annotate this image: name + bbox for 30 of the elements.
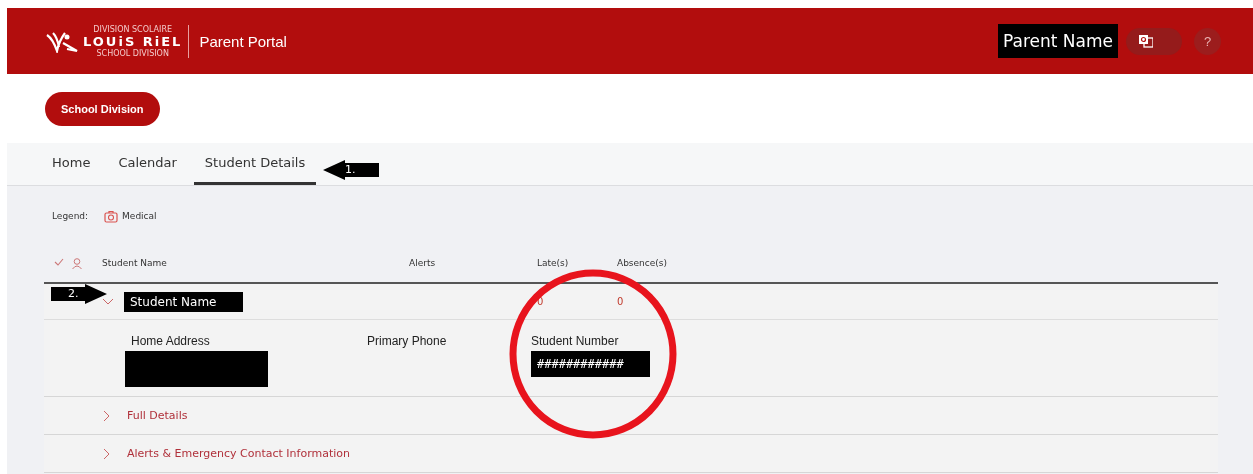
arrow-label: 2. [68, 288, 79, 300]
nav-tab[interactable]: Home [41, 143, 102, 185]
section-link[interactable]: Alerts & Emergency Contact Information [127, 447, 350, 460]
logo-subtitle: SCHOOL DIVISION [96, 48, 169, 58]
detail-label: Home Address [130, 334, 211, 348]
legend-label: Legend: [52, 211, 89, 221]
detail-label: Student Number [531, 334, 620, 348]
logo-icon [45, 29, 79, 53]
detail-value: ############ [531, 351, 650, 377]
section-link[interactable]: Full Details [127, 409, 188, 422]
person-icon [72, 257, 82, 269]
user-name[interactable]: Parent Name [998, 24, 1118, 58]
legend-item: Medical [122, 211, 157, 221]
logo-text: LOUiS RiEL [83, 33, 183, 49]
student-name[interactable]: Student Name [124, 291, 243, 312]
column-header: Student Name [102, 258, 168, 268]
translate-button[interactable] [1126, 27, 1182, 55]
help-button[interactable]: ? [1194, 27, 1221, 55]
arrow-label: 1. [345, 164, 356, 176]
check-icon [54, 257, 64, 266]
column-header: Absence(s) [617, 258, 668, 268]
column-header: Late(s) [537, 258, 570, 268]
detail-label: Primary Phone [367, 334, 448, 348]
absence-count: 0 [617, 296, 625, 307]
nav-tab[interactable]: Calendar [107, 143, 188, 185]
logo-subtitle: DIVISION SCOLAIRE [93, 24, 173, 34]
translate-icon [1139, 34, 1153, 48]
portal-title: Parent Portal [199, 32, 287, 50]
school-division-button[interactable]: School Division [45, 91, 160, 126]
column-header: Alerts [409, 258, 437, 268]
